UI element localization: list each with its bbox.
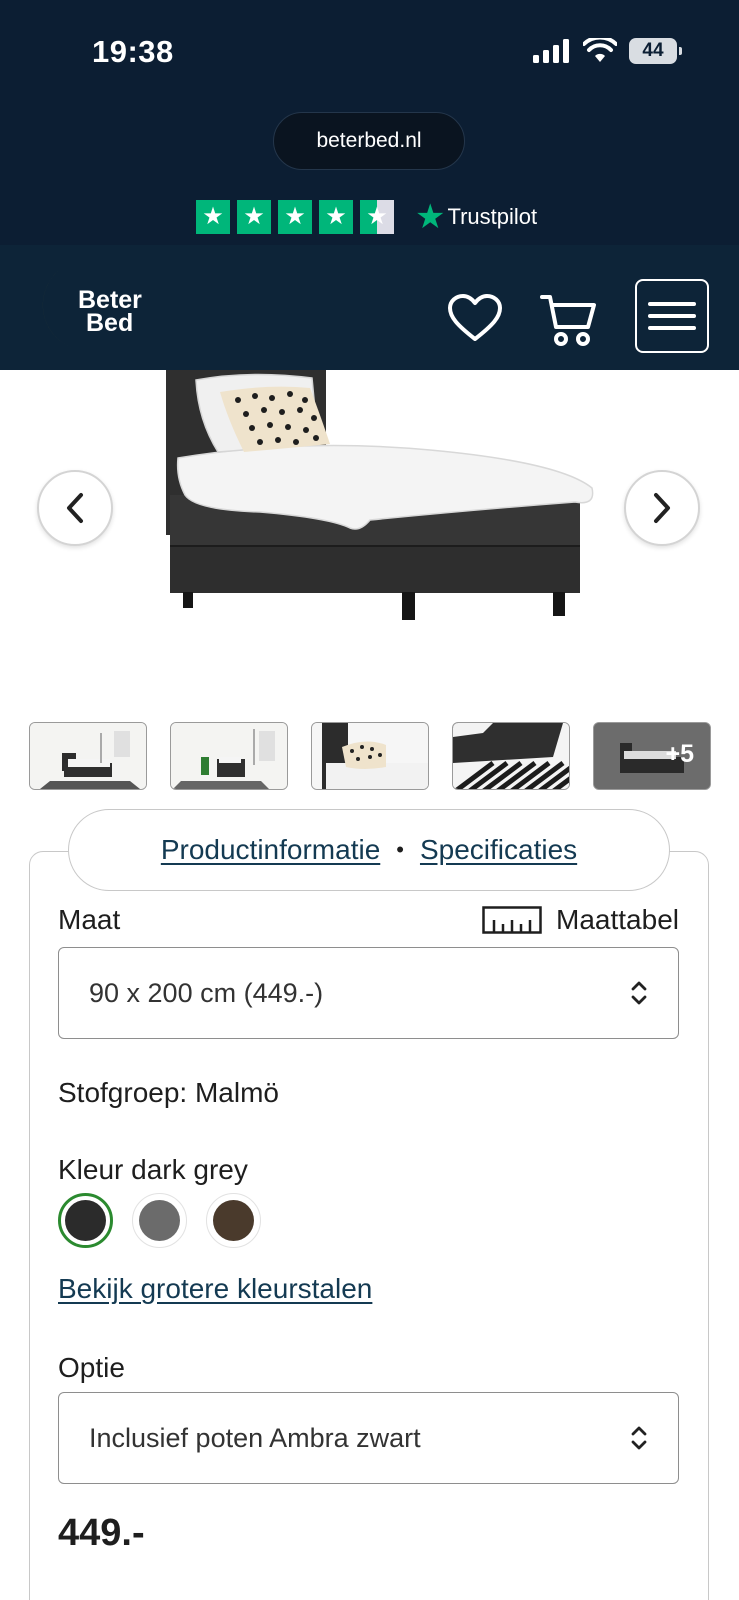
battery-indicator: 44	[629, 38, 682, 64]
size-label: Maat	[58, 904, 121, 935]
wifi-icon	[583, 38, 617, 62]
product-price: 449.-	[58, 1512, 145, 1554]
thumbnail-more[interactable]: +5	[593, 722, 711, 790]
status-icons: 44	[533, 38, 682, 64]
logo-line-2: Bed	[86, 309, 134, 337]
menu-line	[648, 302, 696, 306]
color-swatch-1[interactable]	[58, 1193, 113, 1248]
thumbnail-3[interactable]	[311, 722, 429, 790]
star-icon: ★	[196, 200, 230, 234]
option-select-value: Inclusief poten Ambra zwart	[89, 1422, 421, 1453]
menu-line	[648, 314, 696, 318]
carousel-next-button[interactable]	[624, 470, 700, 546]
color-swatch-fill	[213, 1200, 254, 1241]
menu-line	[648, 326, 696, 330]
thumbnail-strip: +5	[29, 722, 711, 790]
menu-button[interactable]	[635, 279, 709, 353]
fabric-group-label: Stofgroep: Malmö	[58, 1077, 279, 1108]
beterbed-logo[interactable]: Beter Bed	[26, 259, 142, 359]
star-icon: ★	[319, 200, 353, 234]
half-star-icon: ★	[360, 200, 394, 234]
thumbnail-1[interactable]	[29, 722, 147, 790]
larger-swatches-link[interactable]: Bekijk grotere kleurstalen	[58, 1273, 372, 1305]
trustpilot-logo: ★ Trustpilot	[415, 200, 537, 234]
color-swatch-3[interactable]	[206, 1193, 261, 1248]
thumbnail-4[interactable]	[452, 722, 570, 790]
cart-icon[interactable]	[540, 293, 598, 347]
color-swatch-fill	[65, 1200, 106, 1241]
status-time: 19:38	[92, 34, 174, 69]
signal-icon	[533, 39, 569, 63]
ruler-icon	[482, 906, 542, 934]
select-chevron-icon	[631, 981, 647, 1005]
site-header: Beter Bed	[0, 245, 739, 370]
tab-productinformatie[interactable]: Productinformatie	[161, 834, 380, 866]
option-select[interactable]: Inclusief poten Ambra zwart	[58, 1392, 679, 1484]
option-label: Optie	[58, 1352, 125, 1383]
color-swatches	[58, 1193, 261, 1248]
size-chart-link[interactable]: Maattabel	[482, 904, 679, 936]
color-swatch-2[interactable]	[132, 1193, 187, 1248]
chevron-right-icon	[654, 493, 670, 523]
trustpilot-rating[interactable]: ★ ★ ★ ★ ★ ★ Trustpilot	[196, 200, 537, 234]
star-icon: ★	[237, 200, 271, 234]
carousel-prev-button[interactable]	[37, 470, 113, 546]
heart-icon[interactable]	[447, 293, 503, 343]
trustpilot-label: Trustpilot	[447, 204, 538, 229]
size-select[interactable]: 90 x 200 cm (449.-)	[58, 947, 679, 1039]
thumbnail-2[interactable]	[170, 722, 288, 790]
color-swatch-fill	[139, 1200, 180, 1241]
tab-specificaties[interactable]: Specificaties	[420, 834, 577, 866]
logo-text: Beter Bed	[78, 288, 142, 337]
product-image-carousel[interactable]	[0, 370, 739, 670]
url-bar[interactable]: beterbed.nl	[273, 112, 465, 170]
select-chevron-icon	[631, 1426, 647, 1450]
star-icon: ★	[278, 200, 312, 234]
trustpilot-star-icon: ★	[415, 198, 446, 236]
size-chart-label: Maattabel	[556, 904, 679, 935]
chevron-left-icon	[67, 493, 83, 523]
more-images-count: +5	[665, 740, 694, 768]
tab-separator: •	[396, 837, 404, 862]
info-tabs: Productinformatie • Specificaties	[68, 809, 670, 891]
size-select-value: 90 x 200 cm (449.-)	[89, 977, 324, 1008]
color-label: Kleur dark grey	[58, 1154, 248, 1185]
